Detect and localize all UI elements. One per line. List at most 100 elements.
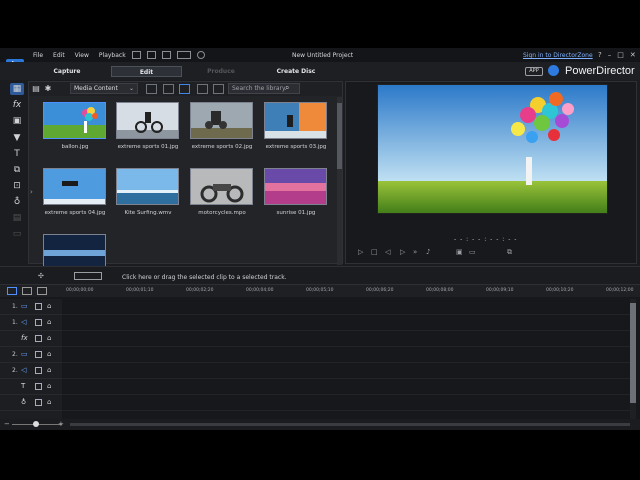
snap-icon[interactable]: ✣: [38, 272, 44, 280]
track-header[interactable]: 2. ◁ ⌂: [0, 363, 62, 379]
lock-icon[interactable]: ⌂: [47, 302, 51, 310]
fx-room-icon[interactable]: fx: [10, 99, 24, 111]
timeline-scroll-thumb[interactable]: [630, 303, 636, 403]
redo-icon[interactable]: [162, 51, 171, 59]
track-enable-checkbox[interactable]: [35, 399, 42, 406]
timeline-horizontal-scrollbar[interactable]: [70, 423, 630, 426]
undock-icon[interactable]: ⧉: [507, 248, 512, 257]
track-lane[interactable]: [62, 299, 632, 315]
media-clip[interactable]: Kite Surfing.wmv: [116, 168, 184, 229]
title-room-icon[interactable]: T: [10, 148, 24, 160]
menu-playback[interactable]: Playback: [99, 52, 126, 59]
plugins-icon[interactable]: ✱: [43, 84, 53, 94]
close-icon[interactable]: ✕: [630, 51, 636, 59]
menu-view[interactable]: View: [75, 52, 89, 59]
track-enable-checkbox[interactable]: [35, 303, 42, 310]
track-lane[interactable]: [62, 363, 632, 379]
menu-edit[interactable]: Edit: [53, 52, 65, 59]
lock-icon[interactable]: ⌂: [47, 366, 51, 374]
zoom-in-icon[interactable]: +: [58, 420, 64, 428]
pip-room-icon[interactable]: ▣: [10, 115, 24, 127]
help-icon[interactable]: ?: [598, 51, 602, 59]
media-clip[interactable]: extreme sports 04.jpg: [43, 168, 111, 229]
media-filter-dropdown[interactable]: Media Content ⌄: [70, 83, 138, 94]
track-lanes[interactable]: [62, 299, 632, 419]
media-clip[interactable]: sunrise 01.jpg: [264, 168, 332, 229]
image-filter-icon[interactable]: [163, 84, 174, 94]
search-icon[interactable]: ⌕: [285, 83, 289, 93]
track-enable-checkbox[interactable]: [35, 319, 42, 326]
previous-frame-icon[interactable]: ◁: [385, 248, 390, 256]
lock-icon[interactable]: ⌂: [47, 398, 51, 406]
track-enable-checkbox[interactable]: [35, 335, 42, 342]
menu-file[interactable]: File: [33, 52, 43, 59]
subtitle-room-icon[interactable]: ⊡: [10, 180, 24, 192]
track-header[interactable]: 2. ▭ ⌂: [0, 347, 62, 363]
trim-tools-icon[interactable]: [74, 272, 102, 280]
track-lane[interactable]: [62, 395, 632, 411]
import-media-icon[interactable]: ▤: [31, 84, 41, 94]
media-clip[interactable]: ballon.jpg: [43, 102, 111, 163]
tab-produce[interactable]: Produce: [196, 66, 246, 77]
track-header[interactable]: fx ⌂: [0, 331, 62, 347]
media-room-icon[interactable]: ▦: [10, 83, 24, 95]
next-frame-icon[interactable]: ▷: [400, 248, 405, 256]
track-header[interactable]: ♁ ⌂: [0, 395, 62, 411]
chapter-room-icon[interactable]: ▤: [10, 212, 24, 224]
play-icon[interactable]: ▷: [358, 248, 363, 256]
maximize-icon[interactable]: □: [617, 51, 624, 59]
video-filter-icon[interactable]: [146, 84, 157, 94]
track-manager-icon[interactable]: [37, 287, 47, 295]
fast-forward-icon[interactable]: »: [413, 248, 417, 256]
track-lane[interactable]: [62, 315, 632, 331]
stop-icon[interactable]: □: [371, 248, 378, 256]
subtitle2-room-icon[interactable]: ▭: [10, 228, 24, 240]
track-enable-checkbox[interactable]: [35, 367, 42, 374]
save-icon[interactable]: [132, 51, 141, 59]
media-clip[interactable]: extreme sports 02.jpg: [190, 102, 258, 163]
media-clip[interactable]: extreme sports 01.jpg: [116, 102, 184, 163]
timeline-view-icon[interactable]: [7, 287, 17, 295]
preview-scrubber[interactable]: - - : - - : - - : - -: [350, 236, 634, 247]
lock-icon[interactable]: ⌂: [47, 382, 51, 390]
signin-link[interactable]: Sign in to DirectorZone: [523, 52, 593, 59]
tab-capture[interactable]: Capture: [42, 66, 92, 77]
media-clip[interactable]: extreme sports 03.jpg: [264, 102, 332, 163]
track-header[interactable]: T ⌂: [0, 379, 62, 395]
undo-icon[interactable]: [147, 51, 156, 59]
zoom-out-icon[interactable]: −: [4, 420, 10, 428]
timeline-vertical-scrollbar[interactable]: [630, 299, 636, 419]
tab-edit[interactable]: Edit: [111, 66, 182, 77]
library-scrollbar[interactable]: [337, 97, 342, 265]
aspect-ratio-icon[interactable]: [177, 51, 191, 59]
lock-icon[interactable]: ⌂: [47, 318, 51, 326]
particle-room-icon[interactable]: ▼: [10, 132, 24, 144]
timeline-ruler[interactable]: 00;00;00;00 00;00;01;10 00;00;02;20 00;0…: [62, 285, 633, 297]
media-clip[interactable]: motorcycles.mpo: [190, 168, 258, 229]
snapshot-icon[interactable]: ▣: [456, 248, 463, 256]
minimize-icon[interactable]: –: [608, 51, 612, 59]
app-badge[interactable]: APP: [525, 67, 543, 76]
lock-icon[interactable]: ⌂: [47, 334, 51, 342]
track-header[interactable]: 1. ◁ ⌂: [0, 315, 62, 331]
library-scroll-thumb[interactable]: [337, 103, 342, 169]
settings-icon[interactable]: [197, 51, 205, 59]
transition-room-icon[interactable]: ⧉: [10, 164, 24, 176]
tab-create-disc[interactable]: Create Disc: [268, 66, 324, 77]
list-view-icon[interactable]: [197, 84, 208, 94]
audio-filter-icon[interactable]: [179, 84, 190, 94]
display-icon[interactable]: ▭: [469, 248, 476, 256]
thumbnail-view-icon[interactable]: [213, 84, 224, 94]
track-lane[interactable]: [62, 347, 632, 363]
track-lane[interactable]: [62, 379, 632, 395]
zoom-slider-knob[interactable]: [33, 421, 39, 427]
storyboard-view-icon[interactable]: [22, 287, 32, 295]
track-enable-checkbox[interactable]: [35, 383, 42, 390]
lock-icon[interactable]: ⌂: [47, 350, 51, 358]
volume-icon[interactable]: ♪: [426, 248, 430, 256]
voice-over-icon[interactable]: ♁: [10, 196, 24, 208]
track-lane[interactable]: [62, 331, 632, 347]
track-header[interactable]: 1. ▭ ⌂: [0, 299, 62, 315]
track-enable-checkbox[interactable]: [35, 351, 42, 358]
expand-arrow-icon[interactable]: ›: [30, 188, 33, 196]
